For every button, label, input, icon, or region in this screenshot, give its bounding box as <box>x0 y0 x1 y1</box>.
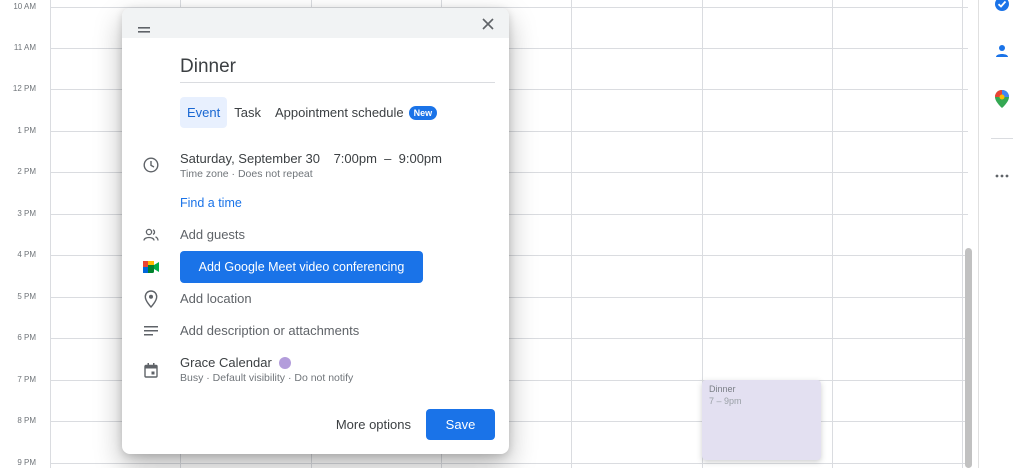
day-column-divider <box>962 0 963 468</box>
event-type-tabs: Event Task Appointment schedule New <box>180 97 444 128</box>
time-label: 1 PM <box>17 126 36 135</box>
dialog-footer: More options Save <box>324 409 495 440</box>
day-column-divider <box>832 0 833 468</box>
more-icon[interactable] <box>993 167 1011 185</box>
people-icon <box>142 226 160 244</box>
event-datetime[interactable]: Saturday, September 30 7:00pm – 9:00pm <box>180 151 442 166</box>
description-icon <box>142 322 160 340</box>
save-button[interactable]: Save <box>426 409 495 440</box>
calendar-selector[interactable]: Grace Calendar <box>180 355 291 370</box>
google-meet-icon <box>142 258 160 276</box>
time-label: 12 PM <box>12 84 36 93</box>
day-column-divider <box>50 0 51 468</box>
new-badge: New <box>408 106 438 120</box>
time-label: 6 PM <box>17 333 36 342</box>
side-panel <box>978 0 1024 468</box>
close-icon[interactable] <box>479 15 497 33</box>
maps-icon[interactable] <box>993 90 1011 108</box>
tasks-icon[interactable] <box>993 0 1011 13</box>
add-guests-field[interactable]: Add guests <box>180 227 245 242</box>
add-google-meet-button[interactable]: Add Google Meet video conferencing <box>180 251 423 283</box>
hour-gridline <box>50 463 968 464</box>
time-label: 3 PM <box>17 209 36 218</box>
event-chip-dinner[interactable]: Dinner 7 – 9pm <box>702 380 821 460</box>
calendar-icon <box>142 361 160 379</box>
more-options-button[interactable]: More options <box>324 409 423 440</box>
calendar-scrollbar[interactable] <box>965 248 972 468</box>
event-time-range: 7:00pm – 9:00pm <box>333 151 442 166</box>
tab-appointment-schedule[interactable]: Appointment schedule New <box>268 97 444 128</box>
time-label: 7 PM <box>17 375 36 384</box>
location-pin-icon <box>142 290 160 308</box>
tab-task[interactable]: Task <box>227 97 268 128</box>
calendar-name: Grace Calendar <box>180 355 272 370</box>
event-title-input[interactable] <box>180 56 495 83</box>
timezone-recurrence[interactable]: Time zone · Does not repeat <box>180 168 313 180</box>
find-a-time-link[interactable]: Find a time <box>180 196 242 210</box>
time-label: 9 PM <box>17 458 36 467</box>
calendar-color-dot[interactable] <box>278 357 291 369</box>
calendar-availability[interactable]: Busy · Default visibility · Do not notif… <box>180 372 353 384</box>
tab-appointment-label: Appointment schedule <box>274 105 404 120</box>
side-panel-divider <box>991 138 1013 139</box>
add-description-field[interactable]: Add description or attachments <box>180 323 359 338</box>
add-location-field[interactable]: Add location <box>180 291 252 306</box>
dialog-header[interactable] <box>122 8 509 38</box>
event-chip-title: Dinner <box>709 384 736 394</box>
contacts-icon[interactable] <box>993 42 1011 60</box>
time-label: 11 AM <box>13 43 36 52</box>
time-label: 2 PM <box>17 167 36 176</box>
day-column-divider <box>571 0 572 468</box>
drag-handle-icon[interactable] <box>138 20 150 33</box>
time-label: 10 AM <box>13 2 36 11</box>
quick-event-dialog: Event Task Appointment schedule New Satur… <box>122 8 509 454</box>
tab-event[interactable]: Event <box>180 97 228 128</box>
time-label: 5 PM <box>17 292 36 301</box>
event-chip-time: 7 – 9pm <box>709 396 742 406</box>
time-label: 4 PM <box>17 250 36 259</box>
event-date: Saturday, September 30 <box>180 151 320 166</box>
time-label: 8 PM <box>17 416 36 425</box>
clock-icon <box>142 156 160 174</box>
